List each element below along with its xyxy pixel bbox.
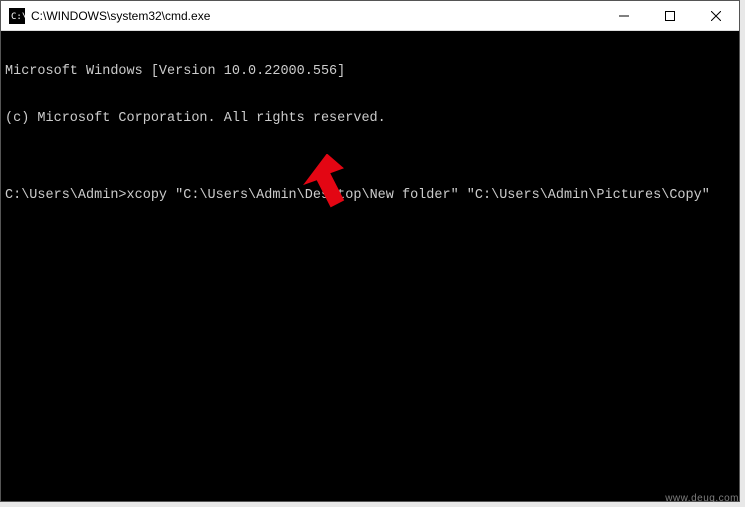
window-controls	[601, 1, 739, 30]
prompt-text: C:\Users\Admin>	[5, 188, 127, 203]
maximize-icon	[665, 11, 675, 21]
minimize-button[interactable]	[601, 1, 647, 30]
watermark-text: www.deuq.com	[665, 493, 739, 504]
command-line: C:\Users\Admin>xcopy "C:\Users\Admin\Des…	[5, 188, 735, 204]
window-title: C:\WINDOWS\system32\cmd.exe	[31, 9, 601, 23]
command-text: xcopy "C:\Users\Admin\Desktop\New folder…	[127, 188, 710, 203]
minimize-icon	[619, 11, 629, 21]
red-arrow-annotation	[295, 123, 345, 183]
version-line: Microsoft Windows [Version 10.0.22000.55…	[5, 64, 735, 80]
svg-text:C:\: C:\	[11, 12, 25, 22]
cmd-icon: C:\	[9, 8, 25, 24]
close-icon	[711, 11, 721, 21]
cmd-window: C:\ C:\WINDOWS\system32\cmd.exe	[0, 0, 740, 502]
maximize-button[interactable]	[647, 1, 693, 30]
copyright-line: (c) Microsoft Corporation. All rights re…	[5, 111, 735, 127]
close-button[interactable]	[693, 1, 739, 30]
titlebar[interactable]: C:\ C:\WINDOWS\system32\cmd.exe	[1, 1, 739, 31]
console-area[interactable]: Microsoft Windows [Version 10.0.22000.55…	[1, 31, 739, 501]
